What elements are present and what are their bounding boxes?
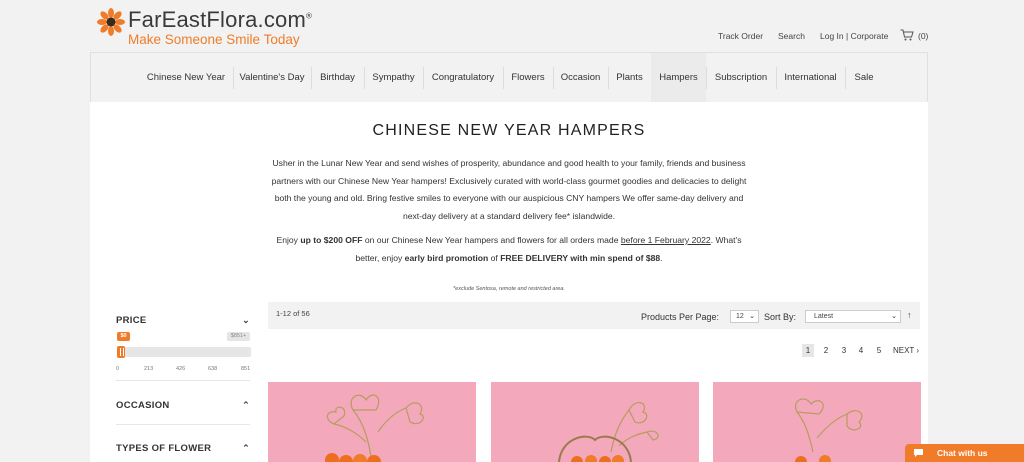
price-max-badge: $851+ [227, 332, 250, 341]
filter-divider [116, 424, 250, 425]
price-tick: 213 [144, 366, 154, 372]
nav-hampers[interactable]: Hampers [651, 53, 706, 103]
page-4-link[interactable]: 4 [856, 344, 866, 357]
search-link[interactable]: Search [778, 31, 805, 41]
brand-tagline: Make Someone Smile Today [128, 32, 300, 47]
filter-divider [116, 380, 250, 381]
nav-flowers[interactable]: Flowers [503, 53, 553, 103]
listing-toolbar: 1-12 of 56 Products Per Page: 12 ⌄ Sort … [268, 302, 920, 329]
price-slider-handle[interactable] [117, 346, 125, 358]
page-3-link[interactable]: 3 [839, 344, 849, 357]
main-content: CHINESE NEW YEAR HAMPERS Usher in the Lu… [90, 102, 928, 462]
price-min-badge: $0 [117, 332, 130, 341]
sort-direction-icon[interactable]: ↑ [907, 310, 912, 320]
page-5-link[interactable]: 5 [874, 344, 884, 357]
per-page-select[interactable]: 12 ⌄ [730, 310, 759, 323]
page-title: CHINESE NEW YEAR HAMPERS [372, 122, 646, 139]
delivery-footnote: *exclude Sentosa, remote and restricted … [453, 286, 565, 292]
price-tick: 638 [208, 366, 218, 372]
product-image [795, 398, 863, 462]
nav-subscription[interactable]: Subscription [706, 53, 776, 103]
flower-type-filter-header[interactable]: TYPES OF FLOWER ⌃ [116, 443, 250, 454]
page-1-link[interactable]: 1 [802, 344, 814, 357]
nav-plants[interactable]: Plants [608, 53, 651, 103]
product-card[interactable] [713, 382, 921, 462]
price-tick: 0 [116, 366, 120, 372]
chat-label: Chat with us [937, 448, 988, 458]
product-card[interactable] [491, 382, 699, 462]
next-page-link[interactable]: NEXT › [890, 344, 922, 357]
sort-select[interactable]: Latest ⌄ [805, 310, 901, 323]
price-slider-track[interactable] [117, 347, 251, 357]
chat-widget-button[interactable]: Chat with us [905, 444, 1024, 462]
chat-bubble-icon [914, 449, 923, 457]
flower-logo-icon [97, 8, 125, 36]
brand-name: FarEastFlora.com® [128, 7, 313, 32]
nav-occasion[interactable]: Occasion [553, 53, 608, 103]
chevron-down-icon: ⌄ [891, 313, 897, 320]
sort-label: Sort By: [764, 312, 797, 322]
price-tick: 426 [176, 366, 186, 372]
main-navigation: Chinese New Year Valentine's Day Birthda… [90, 52, 928, 103]
nav-valentines-day[interactable]: Valentine's Day [233, 53, 311, 103]
site-logo[interactable]: FarEastFlora.com® Make Someone Smile Tod… [97, 6, 327, 48]
per-page-label: Products Per Page: [641, 312, 720, 322]
intro-text: Usher in the Lunar New Year and send wis… [271, 158, 747, 221]
chevron-down-icon[interactable]: ⌄ [242, 315, 250, 326]
chevron-up-icon[interactable]: ⌃ [242, 400, 250, 411]
track-order-link[interactable]: Track Order [718, 31, 763, 41]
nav-international[interactable]: International [776, 53, 845, 103]
nav-birthday[interactable]: Birthday [311, 53, 364, 103]
price-tick: 851 [241, 366, 251, 372]
result-count: 1-12 of 56 [276, 309, 310, 318]
chevron-up-icon[interactable]: ⌃ [242, 443, 250, 454]
product-image [558, 402, 659, 462]
nav-sympathy[interactable]: Sympathy [364, 53, 423, 103]
cart-icon[interactable] [900, 29, 914, 41]
site-header: FarEastFlora.com® Make Someone Smile Tod… [0, 0, 1024, 52]
chevron-down-icon: ⌄ [749, 313, 755, 320]
price-filter-header[interactable]: PRICE ⌄ [116, 315, 250, 326]
page-2-link[interactable]: 2 [821, 344, 831, 357]
nav-chinese-new-year[interactable]: Chinese New Year [139, 53, 233, 103]
nav-congratulatory[interactable]: Congratulatory [423, 53, 503, 103]
login-corporate-link[interactable]: Log In | Corporate [820, 31, 888, 41]
promo-text: Enjoy up to $200 OFF on our Chinese New … [276, 235, 742, 263]
nav-sale[interactable]: Sale [845, 53, 883, 103]
product-card[interactable] [268, 382, 476, 462]
occasion-filter-header[interactable]: OCCASION ⌃ [116, 400, 250, 411]
cart-count[interactable]: (0) [918, 31, 928, 41]
product-image [325, 394, 424, 462]
